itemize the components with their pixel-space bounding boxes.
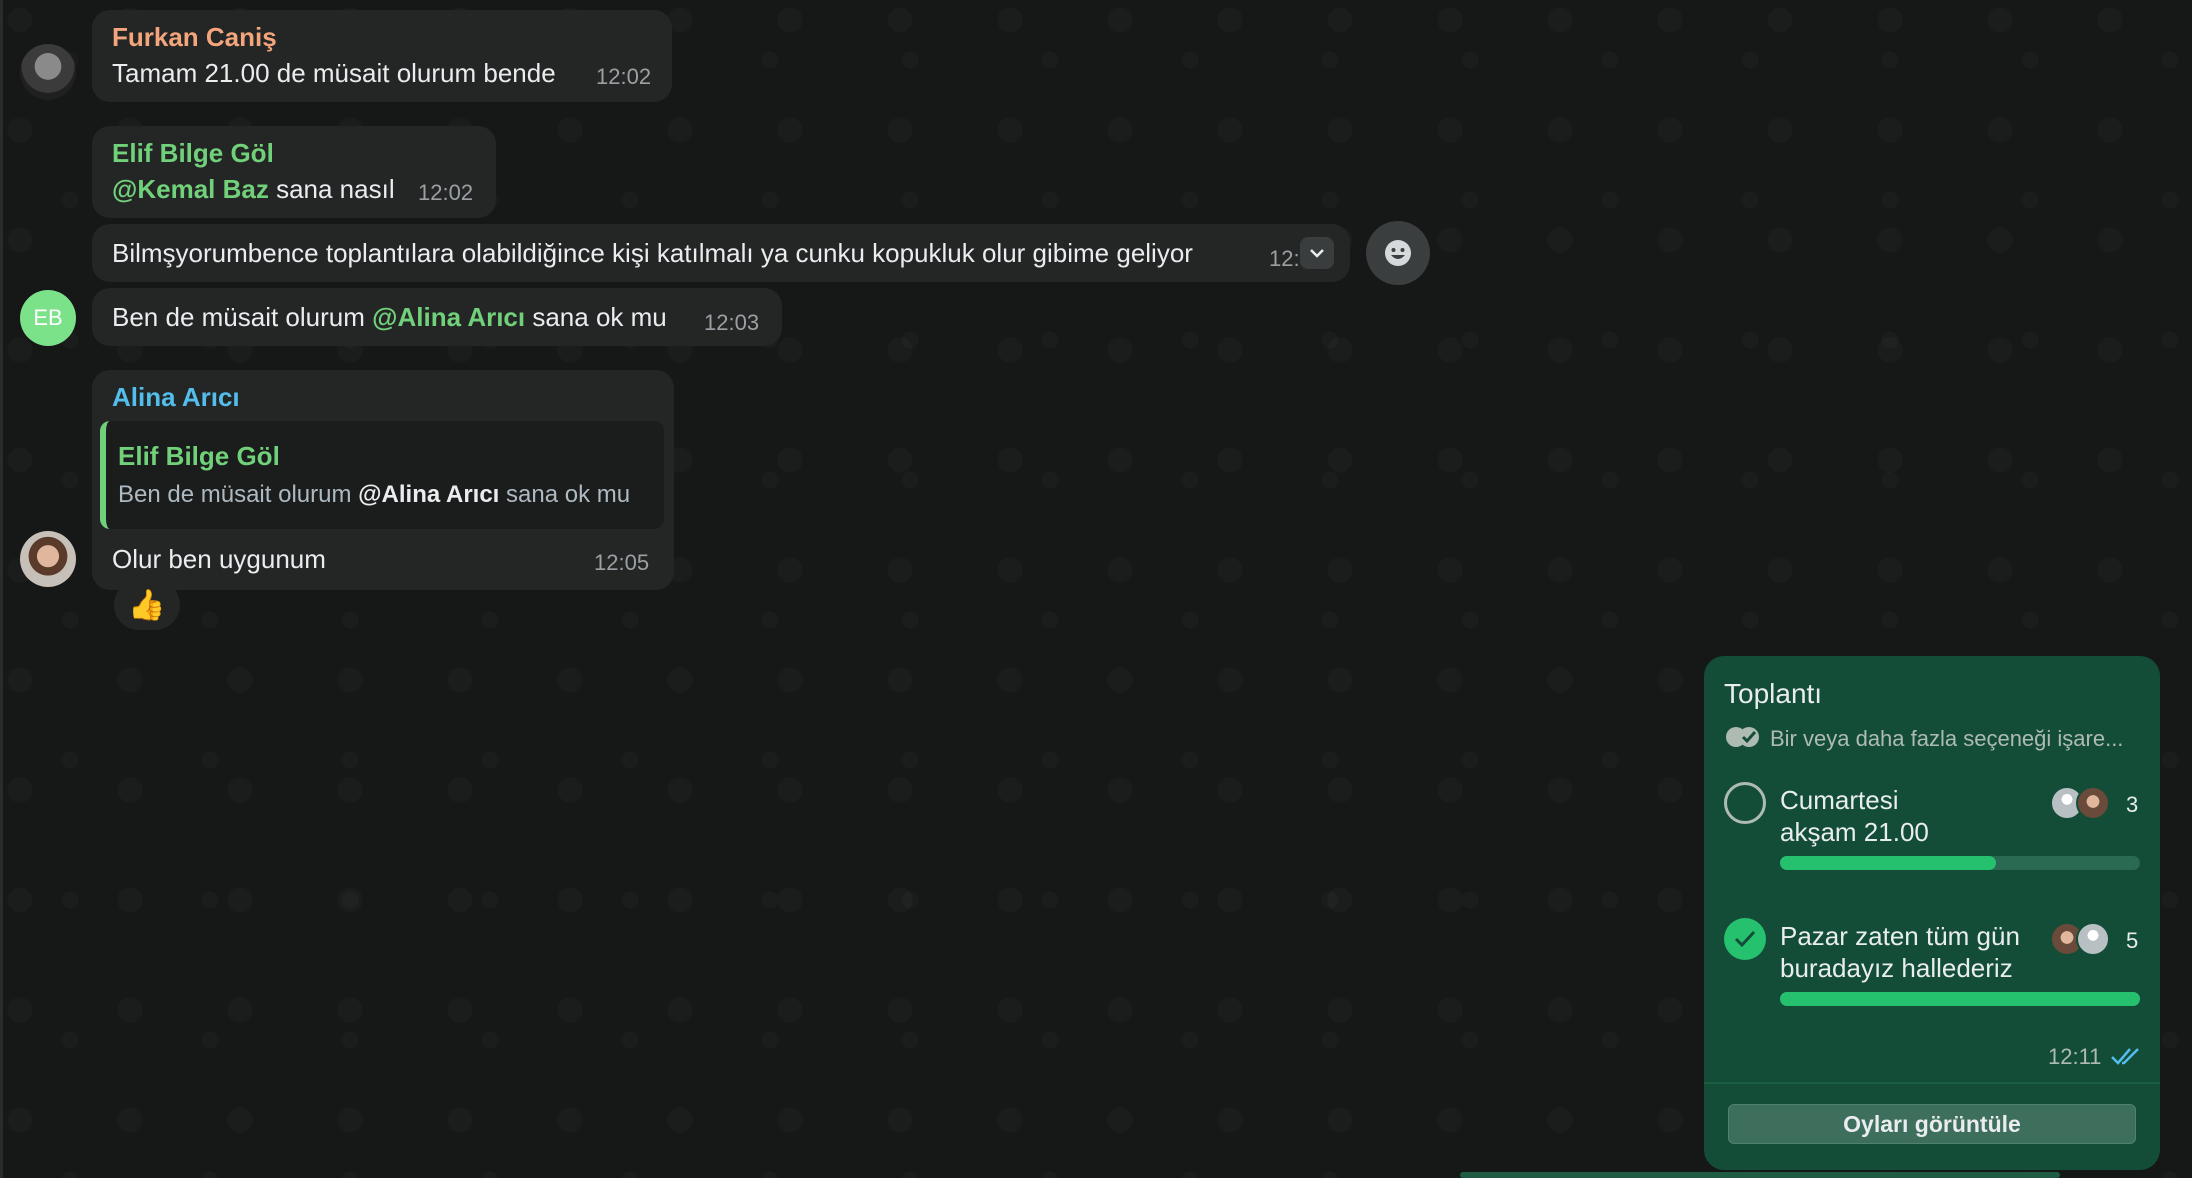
poll-option-1-bar	[1780, 856, 1996, 870]
quoted-text-after: sana ok mu	[499, 481, 631, 508]
chevron-down-icon	[1310, 249, 1324, 258]
message-time: 12:02	[596, 64, 652, 89]
poll-card: Toplantı Bir veya daha fazla seçeneği iş…	[1704, 656, 2160, 1170]
voter-avatar	[2076, 922, 2110, 956]
quoted-sender: Elif Bilge Göl	[118, 441, 280, 471]
mention-link[interactable]: @Alina Arıcı	[372, 302, 525, 332]
sender-name[interactable]: Alina Arıcı	[112, 382, 240, 413]
poll-option-1-count: 3	[2126, 792, 2139, 817]
message-time: 12:02	[418, 180, 474, 205]
poll-time: 12:11	[2048, 1044, 2102, 1069]
pane-divider	[0, 0, 3, 1178]
poll-divider	[1704, 1082, 2160, 1084]
reaction-badge[interactable]: 👍	[114, 580, 180, 630]
quoted-mention: @Alina Arıcı	[358, 481, 500, 508]
poll-option-1-line1: Cumartesi	[1780, 785, 1899, 815]
sender-name[interactable]: Elif Bilge Göl	[112, 138, 274, 169]
poll-option-2-count: 5	[2126, 928, 2139, 953]
message-time: 12:03	[704, 310, 760, 335]
avatar-eb[interactable]: EB	[20, 290, 76, 346]
poll-option-1-line2: akşam 21.00	[1780, 817, 1929, 847]
message-bubble-eb[interactable]: Ben de müsait olurum @Alina Arıcı sana o…	[92, 288, 782, 346]
message-text: Bilmşyorumbence toplantılara olabildiğin…	[112, 238, 1193, 268]
input-bar-edge	[1460, 1172, 2060, 1178]
message-bubble-elif-2[interactable]: Bilmşyorumbence toplantılara olabildiğin…	[92, 224, 1350, 282]
message-bubble-elif[interactable]: Elif Bilge Göl @Kemal Baz sana nasıl 12:…	[92, 126, 496, 218]
avatar-furkan[interactable]	[20, 44, 76, 100]
view-votes-button[interactable]: Oyları görüntüle	[1728, 1104, 2136, 1144]
voter-avatar	[2076, 786, 2110, 820]
double-check-icon	[1726, 727, 1759, 747]
mention-link[interactable]: @Kemal Baz	[112, 174, 269, 204]
sender-name[interactable]: Furkan Caniş	[112, 22, 277, 53]
message-text-rest: sana nasıl	[268, 174, 395, 204]
poll-title: Toplantı	[1724, 678, 1823, 709]
message-text-before: Ben de müsait olurum	[112, 302, 373, 332]
poll-option-2-bar	[1780, 992, 2140, 1006]
poll-option-2-label[interactable]: Pazar zaten tüm gün buradayız hallederiz	[1780, 920, 2050, 984]
poll-option-2-line2: buradayız hallederiz	[1780, 953, 2013, 983]
message-text: Ben de müsait olurum @Alina Arıcı sana o…	[112, 302, 667, 333]
poll-option-1-label[interactable]: Cumartesi akşam 21.00	[1780, 784, 2050, 848]
message-bubble-furkan[interactable]: Furkan Caniş Tamam 21.00 de müsait oluru…	[92, 10, 672, 102]
quoted-message[interactable]: Elif Bilge Göl Ben de müsait olurum @Ali…	[100, 421, 664, 529]
checkmark-icon	[1734, 930, 1756, 948]
avatar-alina[interactable]	[20, 531, 76, 587]
message-menu-button[interactable]	[1300, 237, 1334, 269]
poll-option-2-radio[interactable]	[1724, 918, 1766, 960]
poll-option-1-radio[interactable]	[1724, 782, 1766, 824]
message-text: @Kemal Baz sana nasıl	[112, 174, 395, 205]
message-time: 12:	[1269, 246, 1300, 271]
message-text: Tamam 21.00 de müsait olurum bende	[112, 58, 556, 88]
emoji-reaction-icon	[1385, 240, 1411, 266]
poll-option-2-track	[1780, 992, 2140, 1006]
message-text: Olur ben uygunum	[112, 544, 326, 574]
react-button[interactable]	[1366, 221, 1430, 285]
poll-option-2-line1: Pazar zaten tüm gün	[1780, 921, 2020, 951]
poll-subtitle: Bir veya daha fazla seçeneği işare...	[1770, 726, 2124, 751]
poll-option-1-track	[1780, 856, 2140, 870]
message-time: 12:05	[594, 550, 650, 575]
message-text-after: sana ok mu	[525, 302, 667, 332]
double-check-icon	[2111, 1048, 2139, 1065]
quoted-text: Ben de müsait olurum @Alina Arıcı sana o…	[118, 481, 630, 509]
thumbs-up-icon: 👍	[128, 588, 166, 622]
quoted-text-before: Ben de müsait olurum	[118, 481, 359, 508]
